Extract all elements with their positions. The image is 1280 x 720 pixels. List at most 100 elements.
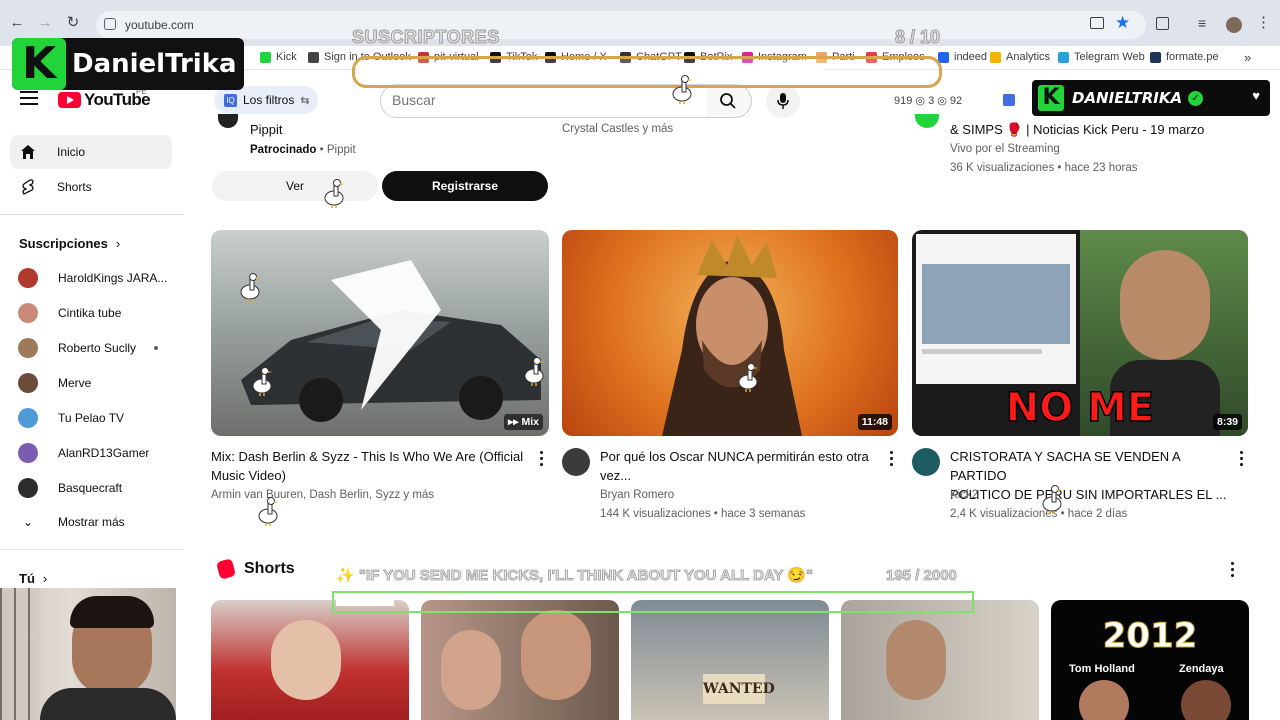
browser-menu-icon[interactable]: ⋮ <box>1256 13 1271 31</box>
subscription-item[interactable]: HaroldKings JARA... <box>18 266 168 290</box>
short-thumbnail[interactable]: 2012 Tom Holland Zendaya <box>1051 600 1249 720</box>
alert-goal-count: 195 / 2000 <box>886 567 958 585</box>
video-title[interactable]: CRISTORATA Y SACHA SE VENDEN A PARTIDO PO… <box>950 447 1235 504</box>
ad-sponsored-line: Patrocinado • Pippit <box>250 144 356 156</box>
short-thumbnail[interactable] <box>841 600 1039 720</box>
subscriptions-title[interactable]: Suscripciones › <box>19 236 120 251</box>
bookmark-item[interactable]: Analytics <box>990 51 1050 63</box>
tweet-screenshot <box>916 234 1076 384</box>
subscription-item[interactable]: Merve <box>18 371 168 395</box>
filters-label: Los filtros <box>243 93 295 107</box>
video-title[interactable]: Por qué los Oscar NUNCA permitirán esto … <box>600 447 885 485</box>
voice-search-button[interactable] <box>766 84 800 118</box>
search-icon <box>720 93 736 109</box>
verified-icon: ✓ <box>1188 90 1204 106</box>
ad-title[interactable]: Pippit <box>250 120 283 139</box>
sidebar-item-inicio[interactable]: Inicio <box>10 135 172 169</box>
short-left-name: Tom Holland <box>1069 663 1135 675</box>
video-thumbnail[interactable]: 11:48 <box>562 230 898 436</box>
bookmark-item[interactable]: Telegram Web <box>1058 51 1145 63</box>
video-meta: 144 K visualizaciones • hace 3 semanas <box>600 508 806 520</box>
view-button[interactable]: Ver <box>212 171 378 201</box>
short-thumbnail[interactable]: WANTED <box>631 600 829 720</box>
streamer-brand-overlay: K DanielTrika <box>12 38 244 90</box>
video-thumbnail[interactable]: ▸▸ Mix <box>211 230 549 436</box>
subscription-item[interactable]: Roberto Suclly <box>18 336 168 360</box>
video-title[interactable]: Mix: Dash Berlin & Syzz - This Is Who We… <box>211 447 531 485</box>
show-more-button[interactable]: ⌄ Mostrar más <box>18 510 125 534</box>
subscription-label: Merve <box>58 376 92 390</box>
search-button[interactable] <box>706 84 752 118</box>
channel-avatar[interactable] <box>562 448 590 476</box>
url-text[interactable]: youtube.com <box>125 18 194 32</box>
show-more-label: Mostrar más <box>58 515 125 529</box>
reading-list-icon[interactable]: ≡ <box>1198 15 1206 31</box>
video-title[interactable]: & SIMPS 🥊 | Noticias Kick Peru - 19 marz… <box>950 120 1204 139</box>
bookmark-label: Telegram Web <box>1074 51 1145 63</box>
hamburger-menu-icon[interactable] <box>20 91 38 107</box>
kick-logo: K <box>1038 85 1064 111</box>
streamer-name: DanielTrika <box>72 49 237 79</box>
video-meta: 36 K visualizaciones • hace 23 horas <box>950 162 1138 174</box>
short-thumbnail[interactable] <box>211 600 409 720</box>
extensions-icon[interactable] <box>1156 17 1169 30</box>
extension-icon[interactable] <box>1003 94 1015 106</box>
subscription-label: Tu Pelao TV <box>58 411 125 425</box>
bookmark-item[interactable]: formate.pe <box>1150 51 1219 63</box>
thumbnail-text: NO ME IMPORTA <box>1005 384 1155 432</box>
subscription-item[interactable]: Cintika tube <box>18 301 168 325</box>
shorts-logo-icon <box>215 558 237 580</box>
shorts-section-title: Shorts <box>215 558 295 580</box>
goose-sprite-icon <box>252 367 272 396</box>
short-thumbnail[interactable] <box>421 600 619 720</box>
pippit-avatar[interactable] <box>218 114 238 128</box>
bookmark-item[interactable]: Kick <box>260 51 297 63</box>
home-icon <box>21 145 35 159</box>
you-section-title[interactable]: Tú › <box>19 571 47 586</box>
more-bookmarks-icon[interactable]: » <box>1244 50 1251 65</box>
sidebar-item-label: Inicio <box>57 145 86 159</box>
alert-message-text: "IF YOU SEND ME KICKS, I'LL THINK ABOUT … <box>358 567 814 585</box>
channel-avatar[interactable] <box>915 114 939 128</box>
shorts-more-options-icon[interactable] <box>1231 562 1235 578</box>
channel-avatar[interactable] <box>912 448 940 476</box>
subscription-item[interactable]: Basquecraft <box>18 476 168 500</box>
goose-sprite-icon <box>1042 485 1062 514</box>
bookmark-favicon-icon <box>1058 51 1069 63</box>
filter-sliders-icon: ⇆ <box>300 94 310 107</box>
subscriber-goal-fill <box>358 64 824 78</box>
cast-icon[interactable] <box>1090 17 1104 29</box>
video-channels[interactable]: Armin van Buuren, Dash Berlin, Syzz y má… <box>211 486 434 504</box>
subscription-item[interactable]: AlanRD13Gamer <box>18 441 168 465</box>
subscription-label: Basquecraft <box>58 481 123 495</box>
video-thumbnail[interactable]: NO ME IMPORTA 8:39 <box>912 230 1248 436</box>
channel-name[interactable]: Kick2 <box>950 486 978 504</box>
reload-icon[interactable]: ↻ <box>64 14 82 32</box>
bookmark-item[interactable]: indeed <box>938 51 987 63</box>
more-options-icon[interactable] <box>890 451 894 467</box>
channel-name[interactable]: Bryan Romero <box>600 486 674 504</box>
bookmark-star-icon[interactable]: ★ <box>1115 13 1130 33</box>
register-button[interactable]: Registrarse <box>382 171 548 201</box>
kick-logo: K <box>12 38 66 90</box>
subscription-item[interactable]: Tu Pelao TV <box>18 406 168 430</box>
youtube-play-icon <box>58 92 81 108</box>
filters-button[interactable]: IQ Los filtros ⇆ <box>214 86 318 114</box>
profile-avatar[interactable] <box>1226 17 1242 33</box>
channel-name[interactable]: Vivo por el Streaming <box>950 140 1060 158</box>
microphone-icon <box>777 93 789 109</box>
goose-sprite-icon <box>672 75 692 104</box>
sidebar-item-shorts[interactable]: Shorts <box>10 170 172 204</box>
more-options-icon[interactable] <box>1240 451 1244 467</box>
video-duration: 8:39 <box>1212 414 1242 430</box>
bookmark-favicon-icon <box>260 51 271 63</box>
search-input[interactable] <box>392 92 652 108</box>
back-icon[interactable]: ← <box>8 14 26 32</box>
forward-icon[interactable]: → <box>36 14 54 32</box>
address-bar[interactable] <box>96 11 1146 39</box>
youtube-logo[interactable]: YouTube PE <box>58 87 151 110</box>
alert-goal-bar <box>332 591 974 613</box>
more-options-icon[interactable] <box>540 451 544 467</box>
site-info-icon[interactable] <box>104 18 116 30</box>
short-right-name: Zendaya <box>1179 663 1224 675</box>
